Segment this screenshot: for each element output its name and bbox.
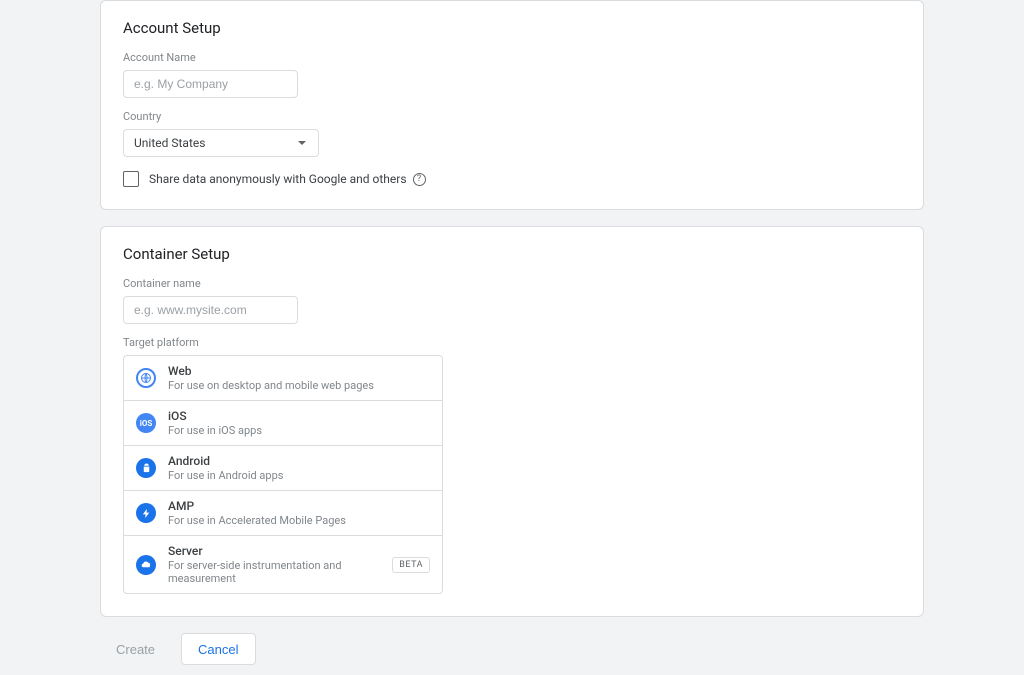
country-select-value: United States bbox=[134, 136, 205, 150]
amp-icon bbox=[136, 503, 156, 523]
ios-icon: iOS bbox=[136, 413, 156, 433]
container-setup-title: Container Setup bbox=[123, 245, 901, 263]
country-label: Country bbox=[123, 110, 901, 123]
platform-item-server[interactable]: Server For server-side instrumentation a… bbox=[124, 536, 442, 593]
beta-badge: BETA bbox=[392, 557, 430, 573]
container-name-field-group: Container name bbox=[123, 277, 901, 324]
android-icon bbox=[136, 458, 156, 478]
country-field-group: Country United States bbox=[123, 110, 901, 157]
account-name-input[interactable] bbox=[123, 70, 298, 98]
share-data-row: Share data anonymously with Google and o… bbox=[123, 171, 901, 187]
web-icon bbox=[136, 368, 156, 388]
help-icon[interactable]: ? bbox=[413, 173, 426, 186]
container-setup-card: Container Setup Container name Target pl… bbox=[100, 226, 924, 617]
platform-text: iOS For use in iOS apps bbox=[168, 409, 430, 437]
platform-item-ios[interactable]: iOS iOS For use in iOS apps bbox=[124, 401, 442, 446]
container-name-label: Container name bbox=[123, 277, 901, 290]
button-row: Create Cancel bbox=[100, 633, 924, 675]
platform-item-web[interactable]: Web For use on desktop and mobile web pa… bbox=[124, 356, 442, 401]
chevron-down-icon bbox=[298, 141, 306, 145]
account-setup-card: Account Setup Account Name Country Unite… bbox=[100, 0, 924, 210]
create-button[interactable]: Create bbox=[100, 633, 171, 665]
country-select[interactable]: United States bbox=[123, 129, 319, 157]
account-name-label: Account Name bbox=[123, 51, 901, 64]
platform-item-amp[interactable]: AMP For use in Accelerated Mobile Pages bbox=[124, 491, 442, 536]
platform-text: AMP For use in Accelerated Mobile Pages bbox=[168, 499, 430, 527]
platform-text: Server For server-side instrumentation a… bbox=[168, 544, 380, 585]
share-data-checkbox[interactable] bbox=[123, 171, 139, 187]
container-name-input[interactable] bbox=[123, 296, 298, 324]
target-platform-list: Web For use on desktop and mobile web pa… bbox=[123, 355, 443, 594]
cancel-button[interactable]: Cancel bbox=[181, 633, 255, 665]
share-data-label: Share data anonymously with Google and o… bbox=[149, 172, 426, 186]
account-name-field-group: Account Name bbox=[123, 51, 901, 98]
platform-text: Android For use in Android apps bbox=[168, 454, 430, 482]
target-platform-label: Target platform bbox=[123, 336, 901, 349]
platform-item-android[interactable]: Android For use in Android apps bbox=[124, 446, 442, 491]
platform-text: Web For use on desktop and mobile web pa… bbox=[168, 364, 430, 392]
server-icon bbox=[136, 555, 156, 575]
account-setup-title: Account Setup bbox=[123, 19, 901, 37]
